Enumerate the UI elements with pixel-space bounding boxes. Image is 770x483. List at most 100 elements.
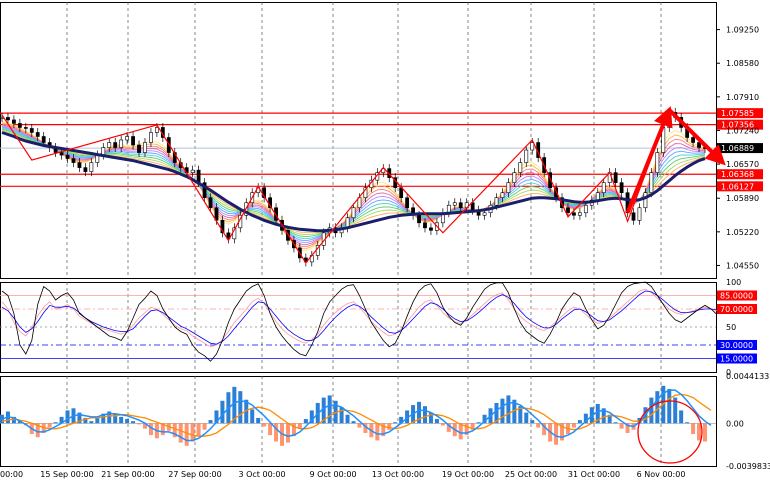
- candle-body[interactable]: [494, 197, 499, 206]
- candle-body[interactable]: [35, 132, 40, 137]
- osc-histogram-bar: [458, 423, 463, 440]
- candle-body[interactable]: [691, 137, 695, 143]
- candle-body[interactable]: [89, 162, 94, 172]
- osc-histogram-bar: [268, 423, 273, 436]
- osc-histogram-bar: [351, 421, 356, 424]
- osc-histogram-bar: [184, 423, 189, 446]
- x-tick-label: 19 Oct 00:00: [442, 470, 494, 479]
- grid-layer: [0, 2, 717, 467]
- candle-body[interactable]: [77, 162, 82, 168]
- osc-histogram-bar: [655, 391, 660, 424]
- candle-body[interactable]: [59, 152, 64, 156]
- osc-histogram-bar: [262, 423, 267, 427]
- candle-body[interactable]: [643, 192, 648, 209]
- x-tick-label: 31 Oct 00:00: [568, 470, 620, 479]
- candle-body[interactable]: [208, 197, 213, 209]
- osc-histogram-bar: [339, 407, 344, 424]
- candle-body[interactable]: [71, 158, 76, 163]
- osc-histogram-bar: [440, 423, 445, 426]
- candle-body[interactable]: [566, 207, 570, 214]
- candle-body[interactable]: [29, 128, 34, 133]
- candle-body[interactable]: [649, 172, 654, 193]
- candle-body[interactable]: [601, 182, 606, 193]
- candle-body[interactable]: [23, 127, 28, 129]
- candle-body[interactable]: [405, 197, 410, 209]
- osc-histogram-bar: [53, 422, 58, 424]
- axis-layer: 00:00 15 Sep 00:00 21 Sep 00:00 27 Sep 00:0…: [0, 26, 770, 479]
- osc-histogram-bar: [536, 423, 541, 428]
- osc-histogram-bar: [476, 422, 481, 424]
- candle-body[interactable]: [143, 142, 147, 153]
- candle-body[interactable]: [452, 202, 457, 206]
- stoch-level-tag-label: 70.0000: [720, 305, 753, 314]
- osc-histogram-bar: [119, 416, 124, 424]
- candle-body[interactable]: [583, 204, 588, 214]
- osc-tick-label: 0.00: [726, 419, 744, 428]
- osc-histogram-bar: [530, 420, 535, 424]
- stoch-level-tag-label: 85.0000: [720, 292, 753, 301]
- stochastic-panel-frame: [0, 282, 717, 373]
- price-panel[interactable]: 1.075851.073561.063681.061271.06889: [0, 106, 763, 267]
- candle-body[interactable]: [572, 212, 576, 216]
- chart-canvas[interactable]: 1.075851.073561.063681.061271.06889 00:0…: [0, 0, 770, 483]
- osc-histogram-bar: [613, 422, 618, 424]
- level-tag-label: 1.06368: [721, 170, 754, 179]
- candle-body[interactable]: [458, 202, 463, 209]
- candle-body[interactable]: [619, 182, 624, 193]
- candle-body[interactable]: [125, 136, 130, 141]
- candle-body[interactable]: [518, 162, 523, 173]
- price-tick-label: 1.07910: [726, 93, 759, 102]
- osc-histogram-bar: [679, 410, 684, 424]
- price-panel-frame: [0, 2, 717, 279]
- candle-body[interactable]: [41, 136, 46, 143]
- candle-body[interactable]: [12, 119, 16, 124]
- trading-chart-window[interactable]: 1.07585 1.07356 1.06368 1.06127 1.06889 00:0…: [0, 0, 770, 483]
- candle-body[interactable]: [655, 152, 660, 173]
- candle-body[interactable]: [6, 117, 10, 121]
- price-tick-label: 1.05890: [726, 194, 759, 203]
- candle-body[interactable]: [154, 127, 159, 133]
- candle-body[interactable]: [500, 192, 505, 199]
- candle-body[interactable]: [637, 207, 642, 221]
- candle-body[interactable]: [577, 212, 582, 216]
- candle-body[interactable]: [423, 222, 427, 229]
- osc-histogram-bar: [393, 422, 398, 424]
- osc-tick-label: 0.0044133: [726, 372, 769, 381]
- candle-body[interactable]: [107, 142, 112, 148]
- osc-histogram-bar: [202, 423, 207, 430]
- osc-histogram-bar: [649, 397, 654, 424]
- candle-body[interactable]: [137, 144, 141, 153]
- candle-body[interactable]: [631, 212, 636, 221]
- oscillator-panel[interactable]: [0, 385, 716, 464]
- candle-body[interactable]: [417, 214, 421, 224]
- osc-histogram-bar: [131, 421, 136, 424]
- candle-body[interactable]: [83, 167, 88, 172]
- candle-body[interactable]: [113, 142, 118, 148]
- candle-body[interactable]: [482, 212, 487, 216]
- candle-body[interactable]: [17, 123, 22, 128]
- candle-body[interactable]: [446, 204, 451, 214]
- osc-histogram-bar: [125, 419, 130, 424]
- osc-histogram-bar: [196, 423, 201, 437]
- x-tick-label: 15 Sep 00:00: [40, 470, 93, 479]
- x-tick-label: 9 Oct 00:00: [309, 470, 356, 479]
- candle-body[interactable]: [119, 139, 124, 148]
- candle-body[interactable]: [190, 169, 195, 173]
- osc-histogram-bar: [387, 423, 392, 430]
- candle-body[interactable]: [149, 132, 153, 143]
- candle-body[interactable]: [65, 154, 70, 159]
- candle-body[interactable]: [196, 169, 201, 183]
- x-tick-label: 13 Oct 00:00: [372, 470, 424, 479]
- stochastic-panel[interactable]: [0, 281, 718, 362]
- candle-body[interactable]: [512, 172, 517, 183]
- osc-histogram-bar: [178, 423, 183, 443]
- candle-body[interactable]: [506, 182, 511, 193]
- osc-histogram-bar: [208, 420, 213, 424]
- osc-histogram-bar: [285, 423, 290, 443]
- candle-body[interactable]: [429, 227, 433, 231]
- candle-body[interactable]: [613, 172, 618, 183]
- candle-body[interactable]: [351, 207, 356, 219]
- candle-body[interactable]: [131, 136, 135, 146]
- level-tag-label: 1.06127: [721, 182, 754, 191]
- candle-body[interactable]: [524, 149, 529, 163]
